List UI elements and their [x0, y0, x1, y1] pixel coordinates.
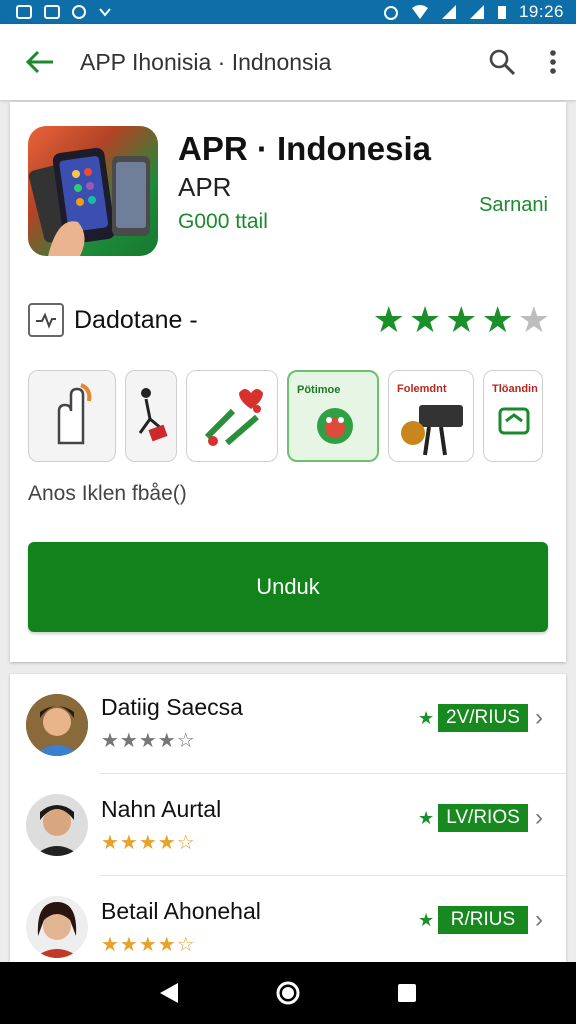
notification-icon [16, 5, 32, 19]
battery-icon [497, 6, 506, 19]
download-icon [99, 8, 111, 17]
review-stars: ★★★★☆ [101, 730, 196, 752]
more-options-button[interactable] [530, 24, 576, 100]
review-stars: ★★★★☆ [101, 832, 196, 854]
install-button[interactable]: Unduk [28, 542, 548, 632]
screenshot-caption: Pötimoe [297, 384, 341, 396]
screenshot-thumbnail[interactable]: Pötimoe [287, 370, 379, 462]
status-icons-left [16, 5, 112, 19]
chevron-right-icon[interactable]: › [535, 804, 543, 832]
green-star-icon: ★ [418, 808, 435, 828]
system-nav-bar [0, 962, 576, 1024]
review-badge: R/RIUS [438, 906, 528, 934]
screenshot-caption: Tlöandin [492, 383, 538, 395]
app-bar-title: APP Ihonisia · Indnonsia [80, 48, 332, 75]
square-recents-icon[interactable] [396, 982, 418, 1004]
review-badge: 2V/RIUS [438, 704, 528, 732]
review-row[interactable]: Betail Ahonehal ★★★★☆ ★ R/RIUS › [10, 876, 566, 964]
screenshot-thumbnail[interactable]: Tlöandin [483, 370, 543, 462]
app-name: APR · Indonesia [178, 130, 432, 167]
signal-2-icon [469, 5, 484, 19]
circle-home-icon[interactable] [275, 980, 301, 1006]
side-label[interactable]: Sarnani [479, 194, 548, 217]
rating-chart-icon [28, 303, 64, 337]
install-count: G000 ttail [178, 210, 268, 233]
triangle-back-icon[interactable] [158, 981, 180, 1005]
app-notification-icon [72, 5, 86, 19]
back-button[interactable] [0, 24, 80, 100]
avatar [26, 896, 88, 958]
review-stars: ★★★★☆ [101, 934, 196, 956]
photos-icon [44, 5, 60, 19]
avatar [26, 694, 88, 756]
app-details-card: APR · Indonesia APR G000 ttail Sarnani D… [10, 102, 566, 662]
review-badge: LV/RIOS [438, 804, 528, 832]
review-row[interactable]: Datiig Saecsa ★★★★☆ ★ 2V/RIUS › [10, 674, 566, 776]
screenshot-thumbnail[interactable] [28, 370, 116, 462]
signal-icon [441, 5, 456, 19]
green-star-icon: ★ [418, 910, 435, 930]
screenshot-carousel[interactable]: Pötimoe Folemdnt Tlöandin [28, 370, 558, 462]
star-icon: ★ [408, 299, 442, 340]
status-time: 19:26 [518, 2, 564, 21]
hand-touch-icon [57, 383, 92, 445]
screenshot-thumbnail[interactable] [125, 370, 177, 462]
more-vert-icon [550, 50, 556, 74]
review-row[interactable]: Nahn Aurtal ★★★★☆ ★ LV/RIOS › [10, 774, 566, 876]
arrow-back-icon [25, 50, 53, 74]
phones-image [28, 147, 150, 256]
description-text: Anos Iklen fbåe() [28, 482, 187, 505]
rating-label: Dadotane - [74, 305, 198, 334]
search-icon [489, 49, 516, 76]
app-bar: APP Ihonisia · Indnonsia [0, 24, 576, 100]
figure-icon [138, 388, 168, 442]
reviewer-name: Nahn Aurtal [101, 796, 222, 822]
rating-stars: ★ ★ ★ ★ ★ [373, 302, 550, 338]
hearts-icon [204, 389, 263, 446]
wifi-icon [411, 5, 428, 19]
chevron-right-icon[interactable]: › [535, 906, 543, 934]
app-icon [28, 126, 158, 256]
reviews-list: Datiig Saecsa ★★★★☆ ★ 2V/RIUS › Nahn Aur… [10, 674, 566, 964]
star-icon: ★ [372, 299, 405, 340]
chevron-right-icon[interactable]: › [535, 704, 543, 732]
star-empty-icon: ★ [517, 299, 550, 340]
status-bar: 19:26 [0, 0, 576, 24]
developer-name[interactable]: APR [178, 172, 231, 203]
screenshot-caption: Folemdnt [397, 383, 447, 395]
reviewer-name: Datiig Saecsa [101, 694, 243, 720]
avatar [26, 794, 88, 856]
search-button[interactable] [474, 24, 530, 100]
rating-row: Dadotane - ★ ★ ★ ★ ★ [28, 300, 550, 340]
star-icon: ★ [445, 299, 478, 340]
star-icon: ★ [481, 299, 514, 340]
green-star-icon: ★ [418, 708, 435, 728]
reviewer-name: Betail Ahonehal [101, 898, 261, 924]
status-icons-right: 19:26 [383, 2, 564, 22]
screenshot-thumbnail[interactable] [186, 370, 278, 462]
screenshot-thumbnail[interactable]: Folemdnt [388, 370, 474, 462]
alarm-icon [383, 6, 398, 20]
